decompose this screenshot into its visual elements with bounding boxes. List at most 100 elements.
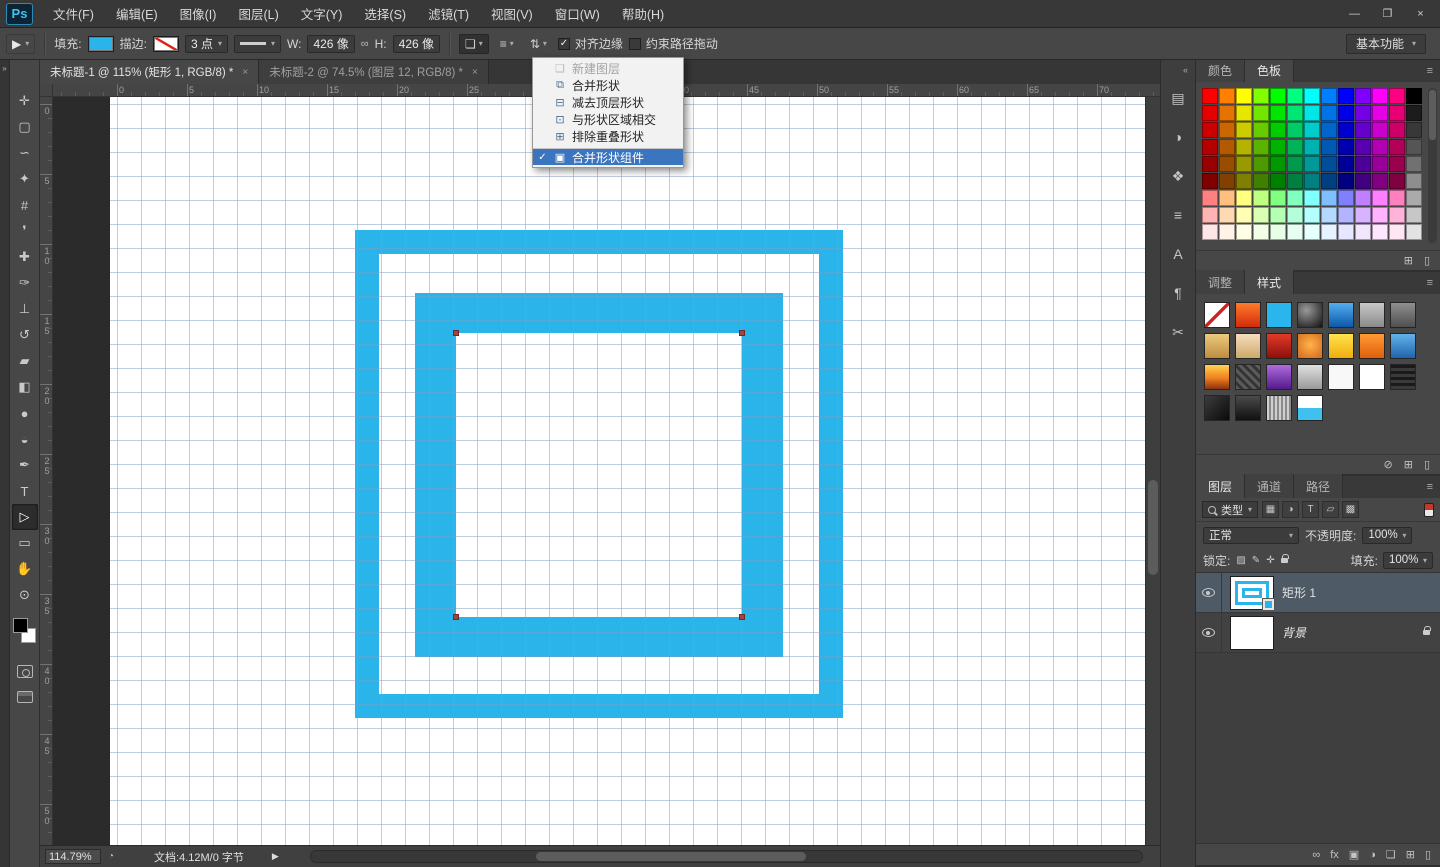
color-swatch[interactable]	[1321, 190, 1337, 206]
shape-width-input[interactable]: 426 像	[307, 35, 354, 53]
color-swatch[interactable]	[1406, 88, 1422, 104]
history-brush-tool[interactable]: ↺	[12, 322, 38, 348]
color-swatch[interactable]	[1219, 190, 1235, 206]
color-swatch[interactable]	[1287, 139, 1303, 155]
quick-mask-button[interactable]	[17, 665, 33, 678]
layer-thumbnail[interactable]	[1230, 576, 1274, 610]
color-swatch[interactable]	[1389, 224, 1405, 240]
filter-toggle-switch[interactable]	[1424, 503, 1434, 517]
path-arrangement-button[interactable]: ⇅ ▾	[525, 34, 552, 54]
style-swatch[interactable]	[1204, 364, 1230, 390]
add-layer-mask-icon[interactable]: ▣	[1349, 848, 1359, 861]
menu-item[interactable]: 图像(I)	[169, 0, 228, 27]
color-swatch[interactable]	[1202, 122, 1218, 138]
menu-option[interactable]: ⊞ 排除重叠形状	[533, 128, 683, 145]
stroke-type-select[interactable]: ▾	[234, 35, 281, 53]
horizontal-scrollbar-thumb[interactable]	[536, 852, 806, 861]
color-swatch[interactable]	[1355, 88, 1371, 104]
color-swatch[interactable]	[1202, 156, 1218, 172]
style-swatch[interactable]	[1235, 333, 1261, 359]
color-swatch[interactable]	[1338, 224, 1354, 240]
color-swatch[interactable]	[1338, 139, 1354, 155]
path-anchor-point[interactable]	[453, 614, 459, 620]
menu-item[interactable]: 图层(L)	[227, 0, 289, 27]
color-swatch[interactable]	[1202, 173, 1218, 189]
quick-selection-tool[interactable]: ✦	[12, 166, 38, 192]
color-swatch[interactable]	[1202, 88, 1218, 104]
panel-menu-icon[interactable]: ≡	[1427, 481, 1433, 493]
horizontal-scrollbar[interactable]	[310, 850, 1143, 863]
canvas[interactable]	[110, 97, 1145, 845]
color-swatch[interactable]	[1372, 173, 1388, 189]
color-swatch[interactable]	[1321, 122, 1337, 138]
blend-mode-select[interactable]: 正常 ▾	[1203, 527, 1299, 544]
layer-thumbnail[interactable]	[1230, 616, 1274, 650]
color-swatch[interactable]	[1304, 122, 1320, 138]
style-swatch[interactable]	[1328, 302, 1354, 328]
style-swatch[interactable]	[1235, 302, 1261, 328]
color-swatch[interactable]	[1287, 88, 1303, 104]
color-swatch[interactable]	[1219, 224, 1235, 240]
expand-panels-icon[interactable]: «	[1183, 65, 1188, 75]
color-swatch[interactable]	[1236, 173, 1252, 189]
menu-item[interactable]: 窗口(W)	[544, 0, 611, 27]
panel-tab[interactable]: 图层	[1196, 474, 1245, 498]
color-swatch[interactable]	[1287, 224, 1303, 240]
status-expand-icon[interactable]: ▶	[272, 851, 279, 862]
rectangular-marquee-tool[interactable]: ▢	[12, 114, 38, 140]
document-tab[interactable]: 未标题-1 @ 115% (矩形 1, RGB/8) * ×	[40, 60, 259, 84]
close-tab-icon[interactable]: ×	[242, 67, 248, 78]
style-swatch[interactable]	[1204, 302, 1230, 328]
vertical-scrollbar[interactable]	[1145, 97, 1160, 845]
color-swatch[interactable]	[1321, 139, 1337, 155]
color-swatch[interactable]	[1270, 190, 1286, 206]
color-swatch[interactable]	[1236, 105, 1252, 121]
color-swatch[interactable]	[1219, 88, 1235, 104]
color-swatch[interactable]	[1236, 139, 1252, 155]
lock-all-icon[interactable]	[1281, 558, 1288, 563]
lock-transparency-icon[interactable]: ▨	[1236, 555, 1245, 566]
color-swatch[interactable]	[1253, 156, 1269, 172]
style-swatch[interactable]	[1297, 302, 1323, 328]
layer-row-background[interactable]: 背景	[1196, 613, 1440, 653]
color-swatch[interactable]	[1270, 207, 1286, 223]
delete-layer-icon[interactable]: ▯	[1425, 848, 1431, 861]
style-swatch[interactable]	[1266, 302, 1292, 328]
color-swatch[interactable]	[1304, 139, 1320, 155]
color-swatch[interactable]	[1202, 207, 1218, 223]
panel-tab[interactable]: 样式	[1245, 270, 1294, 294]
rectangle-tool[interactable]: ▭	[12, 530, 38, 556]
color-swatch[interactable]	[1355, 173, 1371, 189]
navigator-panel-icon[interactable]: ▤	[1165, 85, 1191, 111]
color-swatch[interactable]	[1355, 122, 1371, 138]
color-swatch[interactable]	[1304, 88, 1320, 104]
color-swatch[interactable]	[1202, 190, 1218, 206]
style-swatch[interactable]	[1266, 395, 1292, 421]
color-swatch[interactable]	[1270, 156, 1286, 172]
lock-pixels-icon[interactable]: ✎	[1252, 555, 1260, 566]
filter-adjustment-layers-icon[interactable]: ◑	[1282, 501, 1299, 518]
panel-menu-icon[interactable]: ≡	[1427, 277, 1433, 289]
style-swatch[interactable]	[1297, 333, 1323, 359]
color-swatch[interactable]	[1219, 139, 1235, 155]
lasso-tool[interactable]: ∽	[12, 140, 38, 166]
color-swatch[interactable]	[1338, 173, 1354, 189]
shape-height-input[interactable]: 426 像	[393, 35, 440, 53]
constrain-path-drag-checkbox[interactable]: 约束路径拖动	[629, 35, 718, 52]
color-swatch[interactable]	[1338, 156, 1354, 172]
color-swatch[interactable]	[1253, 88, 1269, 104]
color-swatch[interactable]	[1389, 156, 1405, 172]
color-swatch[interactable]	[1270, 139, 1286, 155]
path-anchor-point[interactable]	[739, 330, 745, 336]
info-panel-icon[interactable]: ≡	[1165, 202, 1191, 228]
spot-healing-brush-tool[interactable]: ✚	[12, 244, 38, 270]
color-swatch[interactable]	[1372, 139, 1388, 155]
style-swatch[interactable]	[1266, 364, 1292, 390]
color-swatch[interactable]	[1338, 88, 1354, 104]
filter-pixel-layers-icon[interactable]: ▦	[1262, 501, 1279, 518]
color-swatch[interactable]	[1389, 190, 1405, 206]
style-swatch[interactable]	[1359, 302, 1385, 328]
menu-item[interactable]: 文件(F)	[42, 0, 105, 27]
panel-tab[interactable]: 路径	[1294, 474, 1343, 498]
color-swatch[interactable]	[1253, 207, 1269, 223]
